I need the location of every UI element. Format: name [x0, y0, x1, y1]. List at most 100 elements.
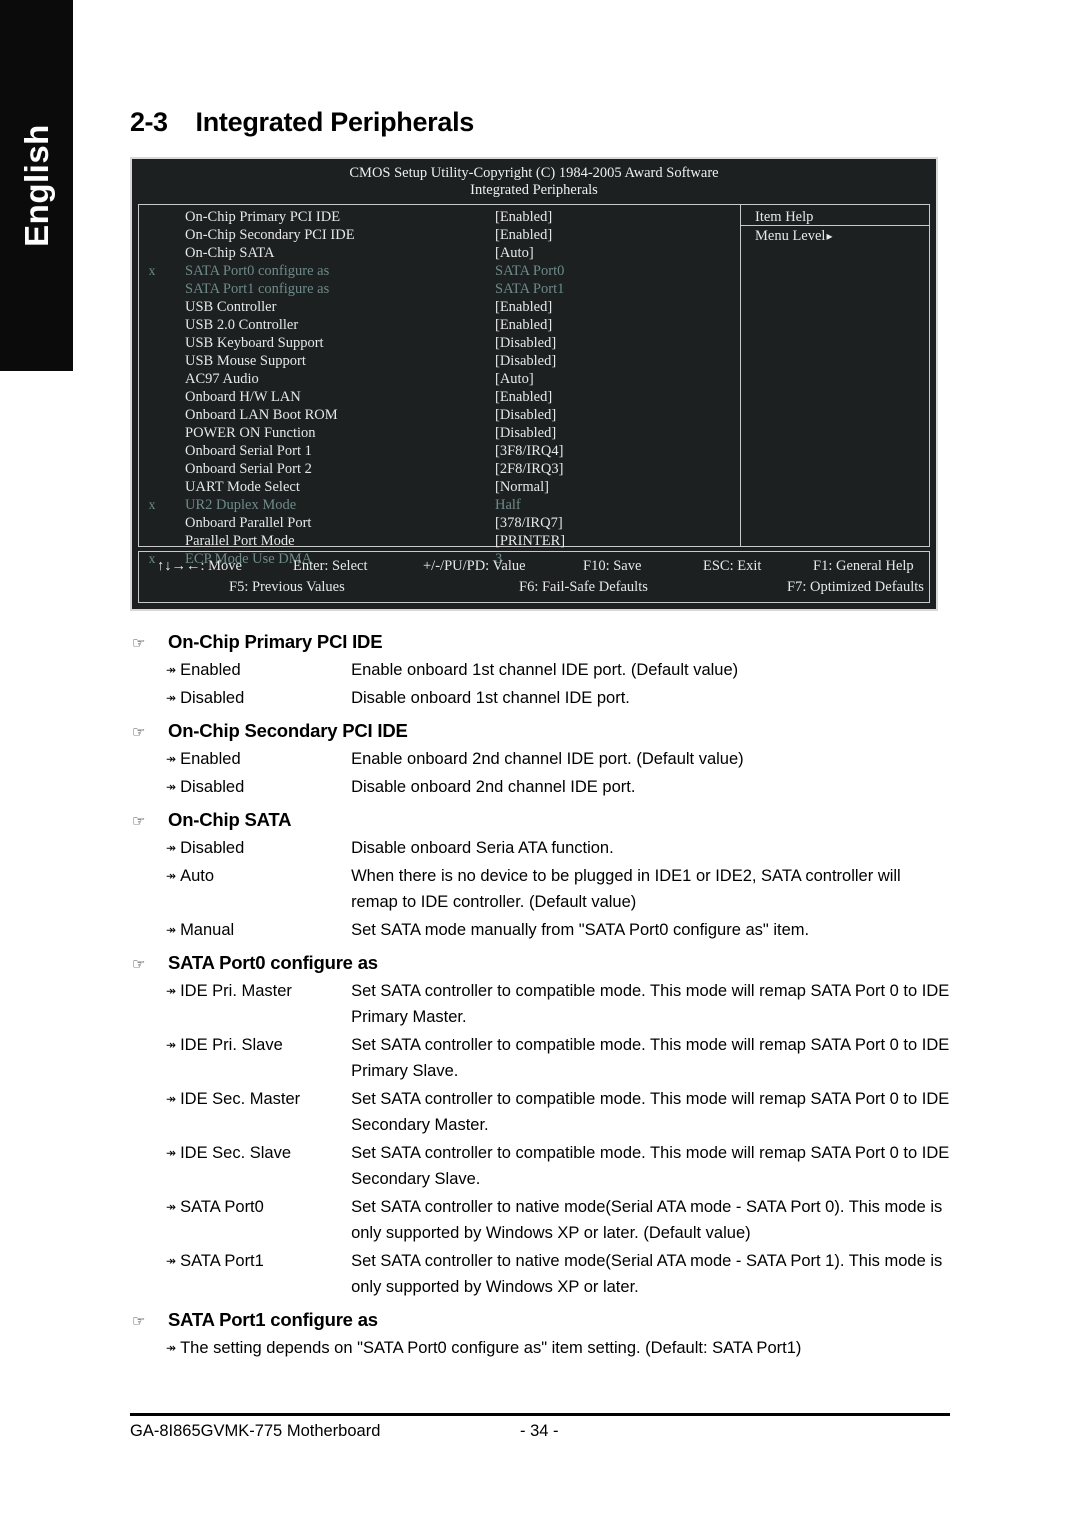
chevron-right-icon: ▸: [826, 229, 833, 243]
double-arrow-icon: ↠: [166, 752, 177, 766]
bios-key-legend-row-2: F5: Previous Values F6: Fail-Safe Default…: [139, 577, 929, 598]
bios-row-disabled-marker: [139, 334, 165, 352]
bios-row-value[interactable]: [Normal]: [495, 478, 740, 496]
bios-row-disabled-marker: [139, 352, 165, 370]
option-group-heading: ☞ On-Chip SATA: [130, 809, 950, 832]
footer-page-number: - 34 -: [520, 1422, 559, 1440]
option-row: ↠ Disabled Disable onboard 1st channel IDE…: [130, 685, 950, 711]
section-number: 2-3: [130, 107, 168, 137]
bios-setting-row[interactable]: USB Keyboard Support [Disabled]: [139, 334, 740, 352]
bios-row-label: SATA Port1 configure as: [185, 281, 330, 297]
option-name: IDE Sec. Slave: [180, 1144, 292, 1162]
bios-setup-screen: CMOS Setup Utility-Copyright (C) 1984-20…: [130, 157, 938, 611]
footer-divider: [130, 1413, 950, 1416]
bios-setting-row[interactable]: Onboard LAN Boot ROM [Disabled]: [139, 406, 740, 424]
option-name: Enabled: [180, 661, 241, 679]
bios-row-value[interactable]: [Auto]: [495, 370, 740, 388]
option-description: Disable onboard 2nd channel IDE port.: [351, 778, 636, 796]
bios-setting-row[interactable]: Parallel Port Mode [PRINTER]: [139, 532, 740, 550]
option-description: Enable onboard 1st channel IDE port. (De…: [351, 661, 739, 679]
bios-key-hint: F10: Save: [583, 558, 642, 574]
option-name: Manual: [180, 921, 235, 939]
option-row: ↠ Disabled Disable onboard 2nd channel IDE…: [130, 774, 950, 800]
option-description: Set SATA controller to native mode(Seria…: [351, 1252, 943, 1296]
pointing-hand-icon: ☞: [132, 813, 146, 830]
bios-row-value[interactable]: SATA Port1: [495, 280, 740, 298]
bios-row-disabled-marker: [139, 226, 165, 244]
pointing-hand-icon: ☞: [132, 635, 146, 652]
bios-row-value[interactable]: [Enabled]: [495, 208, 740, 226]
option-row: ↠ Disabled Disable onboard Seria ATA funct…: [130, 835, 950, 861]
bios-row-label: Onboard Serial Port 2: [185, 461, 312, 477]
bios-setting-row[interactable]: POWER ON Function [Disabled]: [139, 424, 740, 442]
footer-board-name: GA-8I865GVMK-775 Motherboard: [130, 1422, 381, 1440]
bios-row-value[interactable]: [Enabled]: [495, 298, 740, 316]
bios-key-hint: Enter: Select: [293, 558, 368, 574]
bios-row-label: USB Mouse Support: [185, 353, 306, 369]
bios-row-value[interactable]: Half: [495, 496, 740, 514]
bios-setting-row[interactable]: USB Mouse Support [Disabled]: [139, 352, 740, 370]
bios-key-hint: F7: Optimized Defaults: [787, 579, 924, 595]
bios-setting-row[interactable]: Onboard H/W LAN [Enabled]: [139, 388, 740, 406]
option-group-heading: ☞ On-Chip Secondary PCI IDE: [130, 720, 950, 743]
bios-key-hint: F1: General Help: [813, 558, 914, 574]
bios-row-disabled-marker: [139, 388, 165, 406]
bios-row-value[interactable]: [Disabled]: [495, 334, 740, 352]
bios-row-disabled-marker: x: [148, 497, 156, 512]
option-group-title: On-Chip Primary PCI IDE: [168, 631, 383, 652]
bios-row-disabled-marker: [139, 280, 165, 298]
bios-row-label: Onboard Serial Port 1: [185, 443, 312, 459]
bios-setting-row[interactable]: Onboard Serial Port 2 [2F8/IRQ3]: [139, 460, 740, 478]
option-documentation: ☞ On-Chip Primary PCI IDE ↠ Enabled Enable o…: [130, 622, 950, 1363]
bios-row-value[interactable]: [Enabled]: [495, 226, 740, 244]
bios-setting-row[interactable]: Onboard Parallel Port [378/IRQ7]: [139, 514, 740, 532]
menu-level-line: Menu Level ▸: [741, 226, 929, 246]
bios-row-value[interactable]: [Disabled]: [495, 406, 740, 424]
option-row: ↠ SATA Port1 Set SATA controller to native…: [130, 1248, 950, 1300]
bios-body: On-Chip Primary PCI IDE [Enabled] On-Chip …: [138, 204, 930, 567]
bios-setting-row[interactable]: USB Controller [Enabled]: [139, 298, 740, 316]
option-row: ↠ Manual Set SATA mode manually from "SATA…: [130, 917, 950, 943]
bios-row-value[interactable]: [Enabled]: [495, 316, 740, 334]
bios-setting-row[interactable]: SATA Port1 configure as SATA Port1: [139, 280, 740, 298]
bios-row-disabled-marker: [139, 442, 165, 460]
bios-setting-row[interactable]: On-Chip Secondary PCI IDE [Enabled]: [139, 226, 740, 244]
bios-row-disabled-marker: [139, 208, 165, 226]
bios-setting-row[interactable]: x SATA Port0 configure as SATA Port0: [139, 262, 740, 280]
bios-row-label: USB Controller: [185, 299, 277, 315]
bios-key-hint: +/-/PU/PD: Value: [423, 558, 526, 574]
option-description: The setting depends on "SATA Port0 confi…: [180, 1339, 802, 1357]
bios-setting-row[interactable]: On-Chip Primary PCI IDE [Enabled]: [139, 208, 740, 226]
option-group-title: SATA Port1 configure as: [168, 1309, 378, 1330]
bios-row-label: AC97 Audio: [185, 371, 259, 387]
bios-row-value[interactable]: [PRINTER]: [495, 532, 740, 550]
bios-header-line2: Integrated Peripherals: [470, 182, 598, 198]
bios-row-value[interactable]: [3F8/IRQ4]: [495, 442, 740, 460]
bios-setting-row[interactable]: AC97 Audio [Auto]: [139, 370, 740, 388]
bios-setting-row[interactable]: x UR2 Duplex Mode Half: [139, 496, 740, 514]
option-row: ↠ IDE Sec. Slave Set SATA controller to co…: [130, 1140, 950, 1192]
bios-row-disabled-marker: [139, 424, 165, 442]
bios-row-value[interactable]: [378/IRQ7]: [495, 514, 740, 532]
footer-line: GA-8I865GVMK-775 Motherboard - 34 -: [130, 1422, 950, 1441]
bios-row-value[interactable]: [Disabled]: [495, 424, 740, 442]
option-group: ☞ SATA Port0 configure as ↠ IDE Pri. Master…: [130, 952, 950, 1300]
bios-row-value[interactable]: [Disabled]: [495, 352, 740, 370]
bios-row-label: Parallel Port Mode: [185, 533, 295, 549]
option-description: Disable onboard 1st channel IDE port.: [351, 689, 630, 707]
bios-row-value[interactable]: [Auto]: [495, 244, 740, 262]
double-arrow-icon: ↠: [166, 1341, 177, 1355]
bios-row-value[interactable]: [Enabled]: [495, 388, 740, 406]
bios-row-value[interactable]: [2F8/IRQ3]: [495, 460, 740, 478]
option-row: ↠ SATA Port0 Set SATA controller to native…: [130, 1194, 950, 1246]
bios-key-hint: ESC: Exit: [703, 558, 762, 574]
option-group-heading: ☞ SATA Port0 configure as: [130, 952, 950, 975]
double-arrow-icon: ↠: [166, 1200, 177, 1214]
bios-setting-row[interactable]: UART Mode Select [Normal]: [139, 478, 740, 496]
bios-row-label: POWER ON Function: [185, 425, 316, 441]
bios-row-value[interactable]: SATA Port0: [495, 262, 740, 280]
bios-setting-row[interactable]: Onboard Serial Port 1 [3F8/IRQ4]: [139, 442, 740, 460]
pointing-hand-icon: ☞: [132, 956, 146, 973]
bios-setting-row[interactable]: USB 2.0 Controller [Enabled]: [139, 316, 740, 334]
bios-setting-row[interactable]: On-Chip SATA [Auto]: [139, 244, 740, 262]
